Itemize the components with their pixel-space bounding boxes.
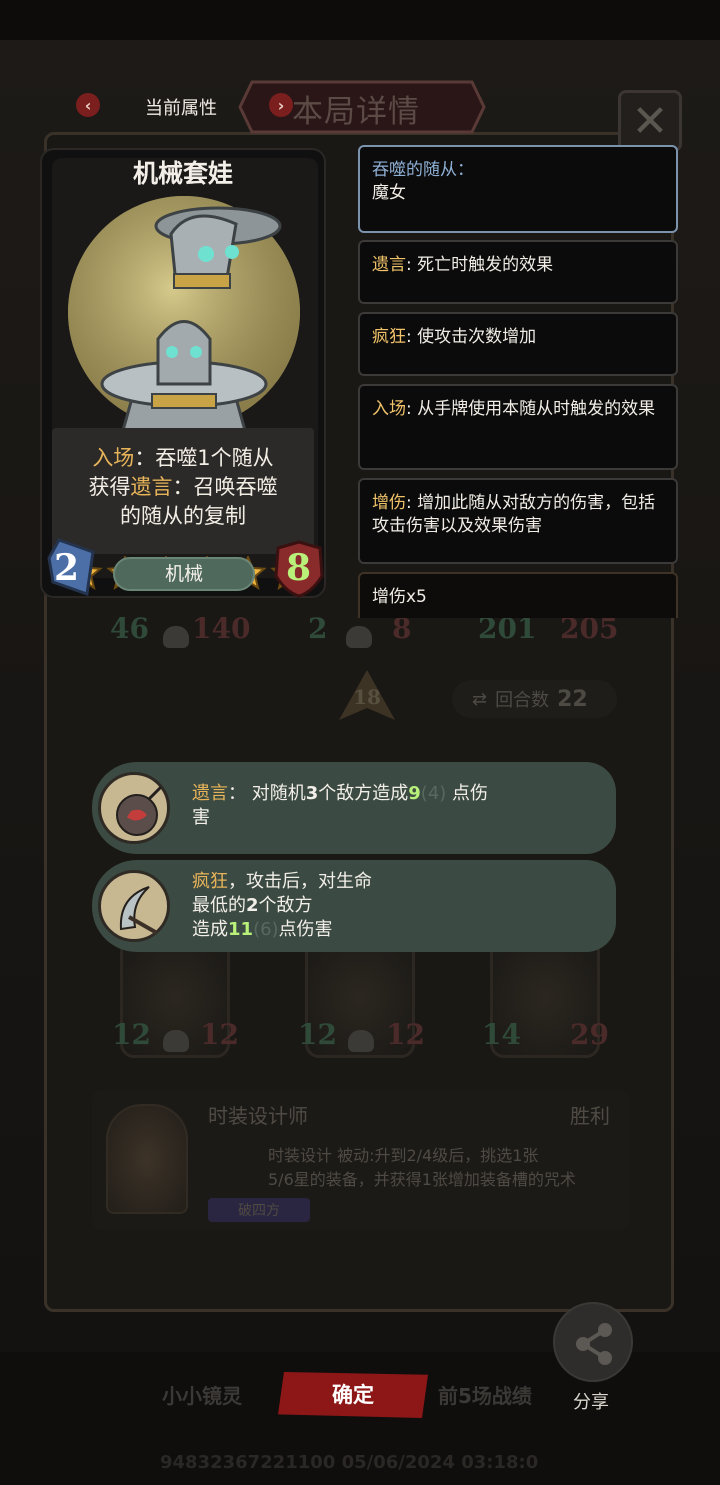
unit-6-attack: 14 [482, 1018, 521, 1051]
keyword-damage-boost-panel: 增伤: 增加此随从对敌方的伤害，包括攻击伤害以及效果伤害 [358, 478, 678, 564]
card-attack: 8 [286, 547, 312, 589]
unit-4-health: 12 [200, 1018, 239, 1051]
page-title: 本局详情 [292, 94, 420, 130]
deathrattle-tooltip: 遗言： 对随机3个敌方造成9(4) 点伤害 [92, 762, 616, 854]
hero-summary: 时装设计师 胜利 时装设计 被动:升到2/4级后，挑选1张 5/6星的装备，并获… [92, 1090, 630, 1230]
hero-skill-line1: 时装设计 被动:升到2/4级后，挑选1张 [268, 1146, 539, 1165]
card-description: 入场：吞噬1个随从 获得遗言：召唤吞噬 的随从的复制 [88, 446, 278, 528]
scythe-icon [98, 870, 170, 942]
card-name: 机械套娃 [132, 159, 233, 188]
hero-portrait [106, 1104, 188, 1214]
unit-2-attack: 2 [308, 612, 328, 645]
skull-icon [163, 626, 189, 648]
tab-little-mirror-spirit[interactable]: 小小镜灵 [162, 1380, 242, 1409]
turn-marker-value: 18 [353, 685, 381, 709]
keyword-frenzy-panel: 疯狂: 使攻击次数增加 [358, 312, 678, 376]
close-icon: ✕ [631, 95, 669, 147]
keyword-label: 疯狂 [372, 327, 406, 347]
skull-icon [346, 626, 372, 648]
hero-tag: 破四方 [208, 1198, 310, 1222]
turn-counter: ⇄ 回合数 22 [452, 680, 617, 718]
buff-stack-text: 增伤x5 [372, 587, 427, 607]
keyword-text: 魔女 [372, 183, 406, 203]
devoured-minion-panel: 吞噬的随从： 魔女 [358, 145, 678, 233]
keyword-text: : 增加此随从对敌方的伤害，包括攻击伤害以及效果伤害 [372, 493, 656, 536]
bomb-icon [98, 772, 170, 844]
share-button[interactable] [553, 1302, 633, 1382]
tribe-badge: 机械 [113, 557, 255, 591]
unit-5-health: 12 [386, 1018, 425, 1051]
close-button[interactable]: ✕ [618, 90, 682, 152]
turn-count-value: 22 [557, 686, 588, 712]
keyword-label: 入场 [372, 399, 406, 419]
unit-6-health: 29 [570, 1018, 609, 1051]
keyword-label: 吞噬的随从： [372, 160, 474, 180]
keyword-text: : 使攻击次数增加 [406, 327, 537, 347]
share-label[interactable]: 分享 [573, 1388, 609, 1414]
card-cost: 2 [54, 547, 80, 589]
card-art [68, 196, 300, 434]
current-attributes-tab[interactable]: 当前属性 [145, 94, 217, 120]
unit-1-health: 140 [192, 612, 251, 645]
frenzy-tooltip: 疯狂，攻击后，对生命 最低的2个敌方 造成11(6)点伤害 [92, 860, 616, 952]
keyword-battlecry-panel: 入场: 从手牌使用本随从时触发的效果 [358, 384, 678, 470]
keyword-deathrattle-panel: 遗言: 死亡时触发的效果 [358, 240, 678, 304]
keyword-text: : 死亡时触发的效果 [406, 255, 554, 275]
damage-boost-stack-panel: 增伤x5 [358, 572, 678, 618]
keyword-label: 遗言 [372, 255, 406, 275]
unit-5-attack: 12 [298, 1018, 337, 1051]
confirm-button[interactable]: 确定 [278, 1372, 428, 1418]
unit-4-attack: 12 [112, 1018, 151, 1051]
share-icon [576, 1323, 612, 1365]
back-arrow-button[interactable]: ‹ [76, 93, 100, 117]
battle-result: 胜利 [570, 1104, 610, 1128]
unit-1-attack: 46 [110, 612, 149, 645]
hero-skill-line2: 5/6星的装备，并获得1张增加装备槽的咒术 [268, 1170, 576, 1189]
keyword-text: : 从手牌使用本随从时触发的效果 [406, 399, 656, 419]
skull-icon [163, 1030, 189, 1052]
refresh-icon: ⇄ [472, 688, 488, 710]
forward-arrow-button[interactable]: › [269, 93, 293, 117]
tab-last-5-battles[interactable]: 前5场战绩 [438, 1380, 532, 1409]
skull-icon [348, 1030, 374, 1052]
keyword-label: 增伤 [372, 493, 406, 513]
turn-label: 回合数 [495, 690, 550, 711]
hero-name: 时装设计师 [208, 1104, 308, 1128]
minion-card: 机械套娃 入场：吞噬1个随从 获得遗言：召唤吞噬 的随从的复制 [40, 148, 326, 598]
turn-arrow-icon: 18 [339, 670, 395, 720]
battle-id: 94832367221100 05/06/2024 03:18:0 [160, 1452, 539, 1473]
